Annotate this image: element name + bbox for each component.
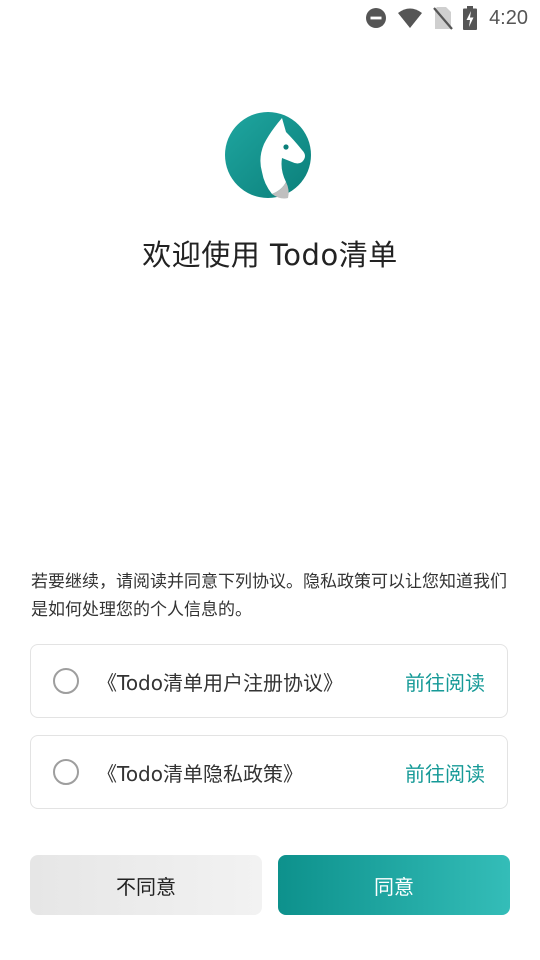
agree-button[interactable]: 同意 — [278, 855, 510, 915]
privacy-policy-read-link[interactable]: 前往阅读 — [405, 758, 485, 787]
disagree-button[interactable]: 不同意 — [30, 855, 262, 915]
privacy-policy-card[interactable]: 《Todo清单隐私政策》 前往阅读 — [30, 735, 508, 809]
user-agreement-radio[interactable] — [53, 668, 79, 694]
battery-charging-icon — [463, 6, 478, 30]
user-agreement-label: 《Todo清单用户注册协议》 — [97, 670, 343, 695]
status-bar: 4:20 — [0, 0, 540, 36]
horse-head-logo-icon — [224, 110, 316, 202]
privacy-policy-label: 《Todo清单隐私政策》 — [97, 761, 303, 786]
welcome-title: 欢迎使用 Todo清单 — [142, 238, 398, 272]
privacy-consent-screen: 4:20 欢迎使用 Todo清单 若要继续，请阅读并同意下列协议。隐私政策可以让… — [0, 0, 540, 960]
status-time: 4:20 — [489, 6, 528, 29]
no-sim-icon — [433, 6, 453, 30]
wifi-icon — [397, 7, 423, 29]
user-agreement-read-link[interactable]: 前往阅读 — [405, 667, 485, 696]
do-not-disturb-icon — [365, 7, 387, 29]
consent-notice-text: 若要继续，请阅读并同意下列协议。隐私政策可以让您知道我们是如何处理您的个人信息的… — [31, 572, 507, 620]
user-agreement-card[interactable]: 《Todo清单用户注册协议》 前往阅读 — [30, 644, 508, 718]
status-icons: 4:20 — [365, 5, 528, 31]
privacy-policy-radio[interactable] — [53, 759, 79, 785]
